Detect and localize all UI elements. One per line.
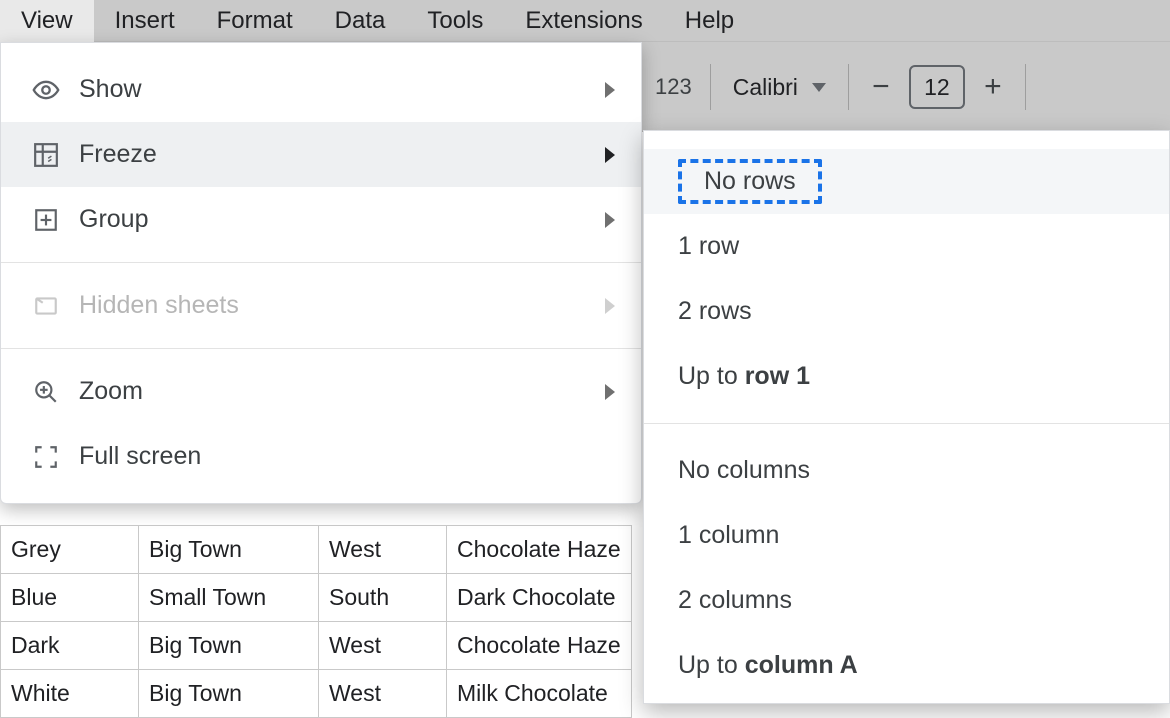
submenu-item-2-rows[interactable]: 2 rows	[644, 279, 1169, 344]
toolbar-separator	[1025, 64, 1026, 110]
menu-item-hidden-sheets: Hidden sheets	[1, 273, 641, 338]
menubar: View Insert Format Data Tools Extensions…	[0, 0, 1170, 42]
cell[interactable]: Small Town	[139, 574, 319, 622]
zoom-icon	[31, 377, 61, 407]
chevron-right-icon	[605, 298, 615, 314]
menu-tools[interactable]: Tools	[406, 0, 504, 43]
font-size-decrease-button[interactable]: −	[863, 69, 899, 105]
chevron-right-icon	[605, 82, 615, 98]
menu-item-group[interactable]: Group	[1, 187, 641, 252]
cell[interactable]: Dark Chocolate	[447, 574, 632, 622]
font-size-input[interactable]: 12	[909, 65, 965, 109]
sheet-icon	[31, 291, 61, 321]
cell[interactable]: West	[319, 526, 447, 574]
font-family-picker[interactable]: Calibri	[717, 74, 842, 101]
menu-item-label: Full screen	[79, 442, 201, 471]
menu-item-show[interactable]: Show	[1, 57, 641, 122]
cell[interactable]: Blue	[1, 574, 139, 622]
menu-insert[interactable]: Insert	[94, 0, 196, 43]
submenu-item-no-rows[interactable]: No rows	[644, 149, 1169, 214]
number-format-button[interactable]: 123	[643, 74, 704, 100]
chevron-right-icon	[605, 147, 615, 163]
chevron-down-icon	[812, 83, 826, 92]
menu-divider	[1, 262, 641, 263]
menu-data[interactable]: Data	[314, 0, 407, 43]
plus-box-icon	[31, 205, 61, 235]
cell[interactable]: Chocolate Haze	[447, 526, 632, 574]
cell[interactable]: Dark	[1, 622, 139, 670]
submenu-item-2-columns[interactable]: 2 columns	[644, 568, 1169, 633]
submenu-item-label: Up to row 1	[678, 362, 810, 391]
menu-view[interactable]: View	[0, 0, 94, 43]
cell[interactable]: Big Town	[139, 670, 319, 718]
freeze-submenu: No rows 1 row 2 rows Up to row 1 No colu…	[643, 130, 1170, 704]
freeze-icon	[31, 140, 61, 170]
toolbar-separator	[710, 64, 711, 110]
menu-divider	[644, 423, 1169, 424]
submenu-item-label: Up to column A	[678, 651, 858, 680]
chevron-right-icon	[605, 384, 615, 400]
table-row[interactable]: White Big Town West Milk Chocolate	[1, 670, 632, 718]
chevron-right-icon	[605, 212, 615, 228]
submenu-item-1-column[interactable]: 1 column	[644, 503, 1169, 568]
font-size-increase-button[interactable]: +	[975, 69, 1011, 105]
menu-item-label: Zoom	[79, 377, 143, 406]
menu-item-label: Freeze	[79, 140, 157, 169]
menu-item-label: Hidden sheets	[79, 291, 239, 320]
cell[interactable]: South	[319, 574, 447, 622]
menu-format[interactable]: Format	[196, 0, 314, 43]
table-row[interactable]: Dark Big Town West Chocolate Haze	[1, 622, 632, 670]
submenu-item-up-to-row[interactable]: Up to row 1	[644, 344, 1169, 409]
menu-extensions[interactable]: Extensions	[504, 0, 663, 43]
menu-item-full-screen[interactable]: Full screen	[1, 424, 641, 489]
cell[interactable]: West	[319, 670, 447, 718]
menu-help[interactable]: Help	[664, 0, 755, 43]
submenu-item-no-columns[interactable]: No columns	[644, 438, 1169, 503]
cell[interactable]: Big Town	[139, 622, 319, 670]
menu-item-label: Show	[79, 75, 142, 104]
view-dropdown: Show Freeze Group Hidden sheets Zoom	[0, 42, 642, 504]
font-family-label: Calibri	[733, 74, 798, 101]
cell[interactable]: Big Town	[139, 526, 319, 574]
menu-divider	[1, 348, 641, 349]
submenu-item-label: No columns	[678, 456, 810, 485]
menu-item-freeze[interactable]: Freeze	[1, 122, 641, 187]
submenu-item-up-to-column[interactable]: Up to column A	[644, 633, 1169, 698]
cell[interactable]: White	[1, 670, 139, 718]
cell[interactable]: West	[319, 622, 447, 670]
submenu-item-label: 1 column	[678, 521, 779, 550]
submenu-item-label: 1 row	[678, 232, 739, 261]
submenu-item-label: 2 columns	[678, 586, 792, 615]
cell[interactable]: Chocolate Haze	[447, 622, 632, 670]
table-row[interactable]: Grey Big Town West Chocolate Haze	[1, 526, 632, 574]
toolbar-separator	[848, 64, 849, 110]
cell[interactable]: Milk Chocolate	[447, 670, 632, 718]
selection-highlight: No rows	[678, 159, 822, 204]
fullscreen-icon	[31, 442, 61, 472]
submenu-item-1-row[interactable]: 1 row	[644, 214, 1169, 279]
submenu-item-label: 2 rows	[678, 297, 752, 326]
menu-item-zoom[interactable]: Zoom	[1, 359, 641, 424]
submenu-item-label: No rows	[704, 167, 796, 195]
eye-icon	[31, 75, 61, 105]
cell[interactable]: Grey	[1, 526, 139, 574]
menu-item-label: Group	[79, 205, 148, 234]
table-row[interactable]: Blue Small Town South Dark Chocolate	[1, 574, 632, 622]
